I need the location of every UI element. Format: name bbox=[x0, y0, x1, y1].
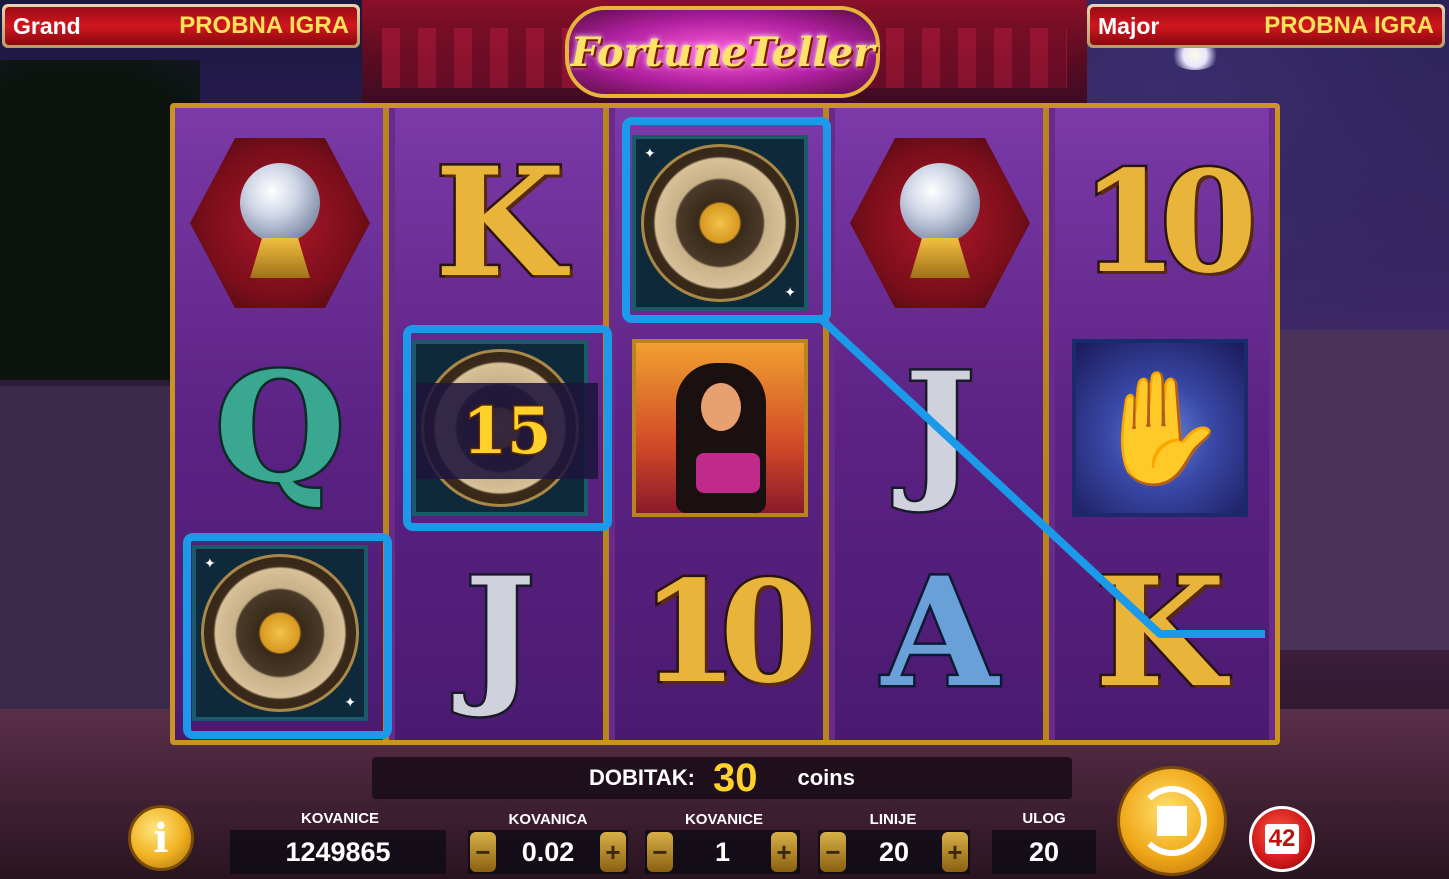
symbol-10: 10 bbox=[625, 538, 820, 728]
symbol-palm: ✋ bbox=[1065, 333, 1255, 523]
symbol-10: 10 bbox=[1065, 128, 1260, 318]
win-bar: DOBITAK: 30 coins bbox=[372, 755, 1072, 800]
stop-icon bbox=[1157, 806, 1187, 836]
symbol-crystal-ball bbox=[845, 128, 1035, 318]
coins-per-line-value: 1 bbox=[714, 836, 731, 867]
lines-minus-button[interactable]: − bbox=[820, 832, 846, 872]
lines-value: 20 bbox=[878, 836, 910, 867]
win-label: DOBITAK: bbox=[589, 765, 695, 790]
coins-per-line-plus-button[interactable]: + bbox=[771, 832, 797, 872]
lines-plus-button[interactable]: + bbox=[942, 832, 968, 872]
coins-total-value: 1249865 bbox=[230, 830, 446, 874]
symbol-k-glyph: K bbox=[432, 135, 567, 311]
jackpot-major-value: PROBNA IGRA bbox=[1264, 12, 1434, 39]
win-value: 30 bbox=[712, 755, 758, 800]
coins-per-line-minus-button[interactable]: − bbox=[647, 832, 673, 872]
win-unit: coins bbox=[797, 765, 855, 790]
symbol-j-glyph: J bbox=[462, 545, 538, 721]
reel-4: J A bbox=[835, 108, 1049, 740]
win-multiplier-value: 15 bbox=[461, 392, 553, 470]
jackpot-grand-value: PROBNA IGRA bbox=[179, 12, 349, 39]
coins-total-label: KOVANICE bbox=[300, 810, 380, 827]
background-barn-right bbox=[1274, 330, 1449, 650]
palm-icon: ✋ bbox=[1072, 339, 1248, 517]
symbol-10-glyph: 10 bbox=[1078, 141, 1260, 305]
refresh-icon bbox=[1137, 786, 1207, 856]
bet-value: 20 bbox=[992, 830, 1096, 874]
reel-5: 10 ✋ K bbox=[1055, 108, 1269, 740]
symbol-k: K bbox=[405, 128, 595, 318]
bet-label: ULOG bbox=[1022, 810, 1066, 827]
symbol-q: Q bbox=[185, 333, 375, 523]
coin-value-minus-button[interactable]: − bbox=[470, 832, 496, 872]
symbol-crystal-ball bbox=[185, 128, 375, 318]
win-highlight-1 bbox=[183, 533, 392, 739]
autoplay-button[interactable]: 42 bbox=[1249, 806, 1315, 872]
lines-label: LINIJE bbox=[869, 811, 917, 828]
coin-value-plus-button[interactable]: + bbox=[600, 832, 626, 872]
game-logo: FortuneTeller bbox=[565, 6, 880, 98]
symbol-j-glyph: J bbox=[902, 340, 978, 516]
coin-value-value: 0.02 bbox=[521, 836, 575, 867]
coin-value-label: KOVANICA bbox=[508, 811, 588, 828]
symbol-k-glyph: K bbox=[1092, 545, 1227, 721]
jackpot-grand-name: Grand bbox=[13, 12, 81, 39]
info-button[interactable]: i bbox=[128, 805, 194, 871]
symbol-k: K bbox=[1065, 538, 1255, 728]
jackpot-major-name: Major bbox=[1098, 12, 1160, 39]
symbol-q-glyph: Q bbox=[212, 340, 348, 516]
coins-per-line-label: KOVANICE bbox=[684, 811, 764, 828]
symbol-10-glyph: 10 bbox=[638, 551, 820, 715]
spin-button[interactable] bbox=[1117, 766, 1227, 876]
background-barn-left bbox=[0, 380, 185, 756]
symbol-dancer bbox=[625, 333, 815, 523]
symbol-a: A bbox=[845, 538, 1035, 728]
symbol-j: J bbox=[845, 333, 1035, 523]
autoplay-count: 42 bbox=[1264, 824, 1300, 854]
logo-text: FortuneTeller bbox=[570, 28, 875, 76]
jackpot-grand: Grand PROBNA IGRA bbox=[2, 4, 360, 48]
win-highlight-3 bbox=[622, 117, 831, 323]
jackpot-major: Major PROBNA IGRA bbox=[1087, 4, 1445, 48]
win-multiplier: 15 bbox=[416, 383, 598, 479]
symbol-j: J bbox=[405, 538, 595, 728]
info-icon: i bbox=[153, 814, 169, 862]
symbol-a-glyph: A bbox=[879, 545, 1000, 721]
